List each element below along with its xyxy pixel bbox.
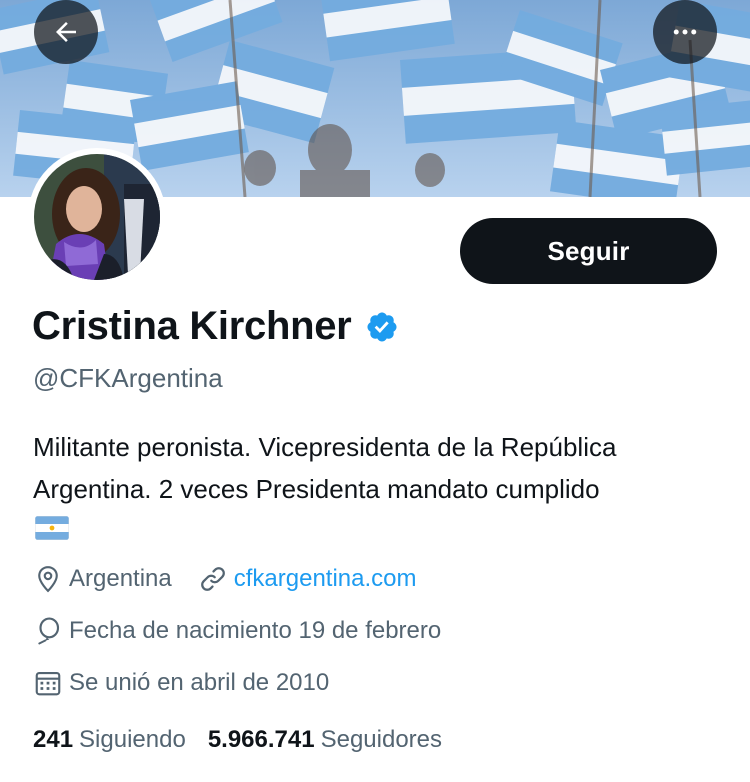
back-button[interactable] xyxy=(34,0,98,64)
more-horizontal-icon xyxy=(673,29,697,35)
profile-bio: Militante peronista. Vicepresidenta de l… xyxy=(33,426,723,510)
followers-label: Seguidores xyxy=(320,726,443,753)
website-link-text[interactable]: cfkargentina.com xyxy=(234,565,417,593)
map-pin-icon xyxy=(33,564,63,594)
joined-row: Se unió en abril de 2010 xyxy=(33,668,329,698)
location-row: Argentina cfkargentina.com xyxy=(33,564,417,594)
balloon-icon xyxy=(33,616,63,646)
follow-button[interactable]: Seguir xyxy=(460,218,717,284)
following-count: 241 xyxy=(33,726,74,753)
arrow-left-icon xyxy=(56,22,76,42)
follow-button-label: Seguir xyxy=(547,235,630,266)
profile-name-row: Cristina Kirchner xyxy=(32,304,399,349)
following-link[interactable]: 241 Siguiendo xyxy=(33,726,186,754)
bio-line: Militante peronista. Vicepresidenta de l… xyxy=(33,432,617,462)
joined-text: Se unió en abril de 2010 xyxy=(69,669,330,696)
birthday-row: Fecha de nacimiento 19 de febrero xyxy=(33,616,441,646)
argentina-flag-emoji xyxy=(35,516,69,540)
website-link[interactable]: cfkargentina.com xyxy=(198,564,417,594)
birthday-text: Fecha de nacimiento 19 de febrero xyxy=(69,617,442,644)
display-name: Cristina Kirchner xyxy=(32,304,352,348)
following-label: Siguiendo xyxy=(79,726,186,753)
link-icon xyxy=(198,564,228,594)
woman-in-purple-scarf-image xyxy=(34,154,160,280)
verified-badge-icon[interactable] xyxy=(365,310,399,344)
location-text: Argentina xyxy=(69,565,172,592)
bio-line: Argentina. 2 veces Presidenta mandato cu… xyxy=(33,474,600,504)
avatar-photo xyxy=(34,154,160,280)
more-options-button[interactable] xyxy=(653,0,717,64)
avatar[interactable] xyxy=(28,148,166,286)
followers-count: 5.966.741 xyxy=(207,726,315,753)
profile-handle: @CFKArgentina xyxy=(33,363,223,393)
follow-stats: 241 Siguiendo 5.966.741 Seguidores xyxy=(33,726,442,754)
followers-link[interactable]: 5.966.741 Seguidores xyxy=(208,726,442,754)
calendar-icon xyxy=(33,668,63,698)
